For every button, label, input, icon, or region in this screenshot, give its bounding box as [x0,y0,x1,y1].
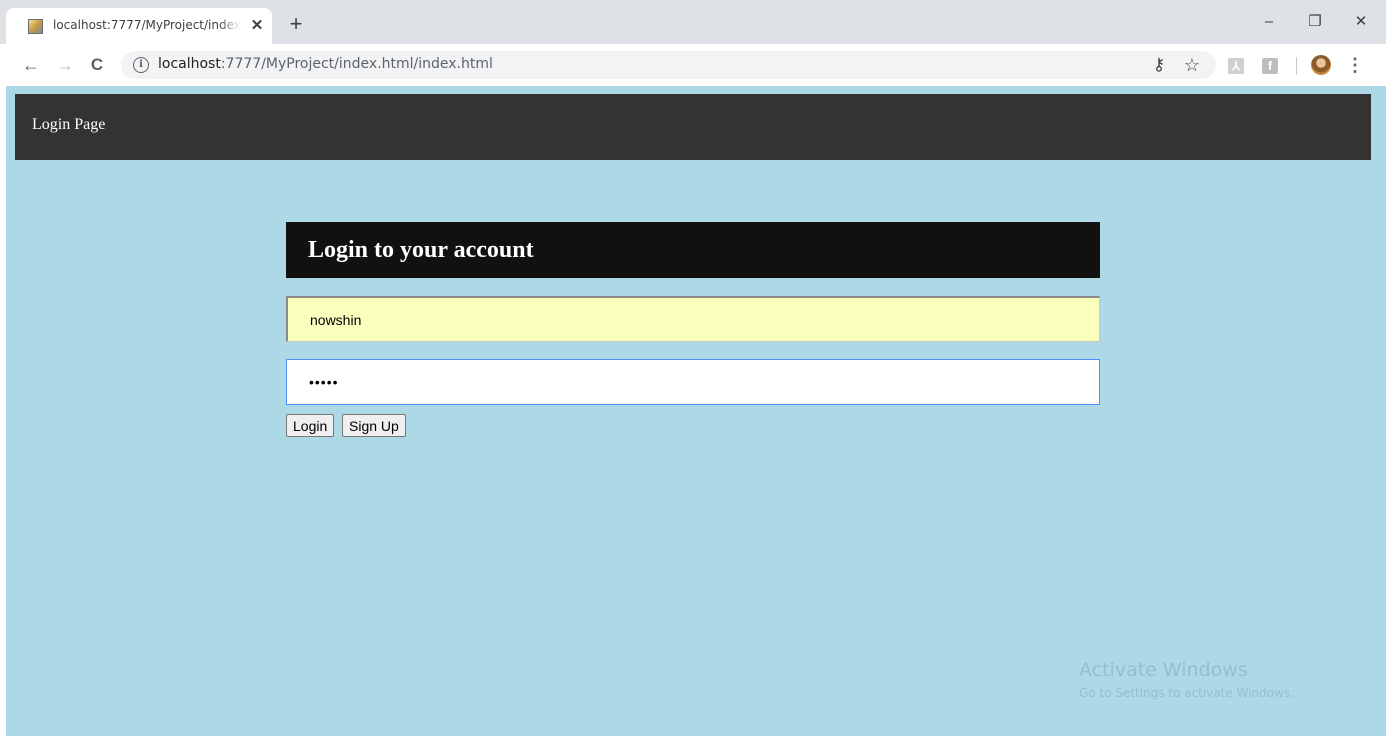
login-heading: Login to your account [308,237,534,263]
back-arrow-icon[interactable]: ← [18,52,44,78]
nav-title[interactable]: Login Page [32,116,105,134]
address-bar[interactable]: i localhost:7777/MyProject/index.html/in… [121,51,1216,79]
pdf-extension-icon[interactable]: ⅄ [1228,58,1244,74]
star-icon[interactable]: ☆ [1181,54,1203,76]
page-viewport: Login Page Login to your account Login S… [6,86,1386,736]
tab-title: localhost:7777/MyProject/index.html/inde… [53,18,241,32]
address-host: localhost [158,56,221,72]
password-input[interactable] [286,359,1100,405]
menu-kebab-icon[interactable]: ⋮ [1346,54,1364,76]
address-path: :7777/MyProject/index.html/index.html [220,56,493,72]
key-icon[interactable]: ⚷ [1148,54,1170,76]
window-close-button[interactable]: ✕ [1338,10,1384,34]
username-input[interactable] [286,296,1100,342]
watermark-title: Activate Windows [1079,659,1248,681]
signup-button[interactable]: Sign Up [342,414,406,437]
activate-windows-watermark: Activate Windows Go to Settings to activ… [1079,658,1294,702]
profile-avatar-icon[interactable] [1311,55,1331,75]
address-url[interactable]: localhost:7777/MyProject/index.html/inde… [158,56,493,72]
browser-tab[interactable]: localhost:7777/MyProject/index.html/inde… [6,8,272,44]
forward-arrow-icon[interactable]: → [52,52,78,78]
login-button[interactable]: Login [286,414,335,437]
top-nav-bar: Login Page [15,94,1371,160]
browser-toolbar: ← → C i localhost:7777/MyProject/index.h… [0,44,1386,86]
window-restore-button[interactable]: ❐ [1292,10,1338,34]
tab-close-icon[interactable]: ✕ [247,16,267,36]
info-icon[interactable]: i [133,57,149,73]
window-minimize-button[interactable]: – [1246,10,1292,34]
facebook-extension-icon[interactable]: f [1262,58,1278,74]
watermark-subtitle: Go to Settings to activate Windows. [1079,686,1294,700]
browser-tab-strip: localhost:7777/MyProject/index.html/inde… [0,0,1386,44]
login-panel-header: Login to your account [286,222,1100,278]
page-favicon-icon [28,19,43,34]
reload-icon[interactable]: C [84,52,110,78]
toolbar-divider [1296,57,1297,75]
new-tab-button[interactable]: + [284,13,308,37]
